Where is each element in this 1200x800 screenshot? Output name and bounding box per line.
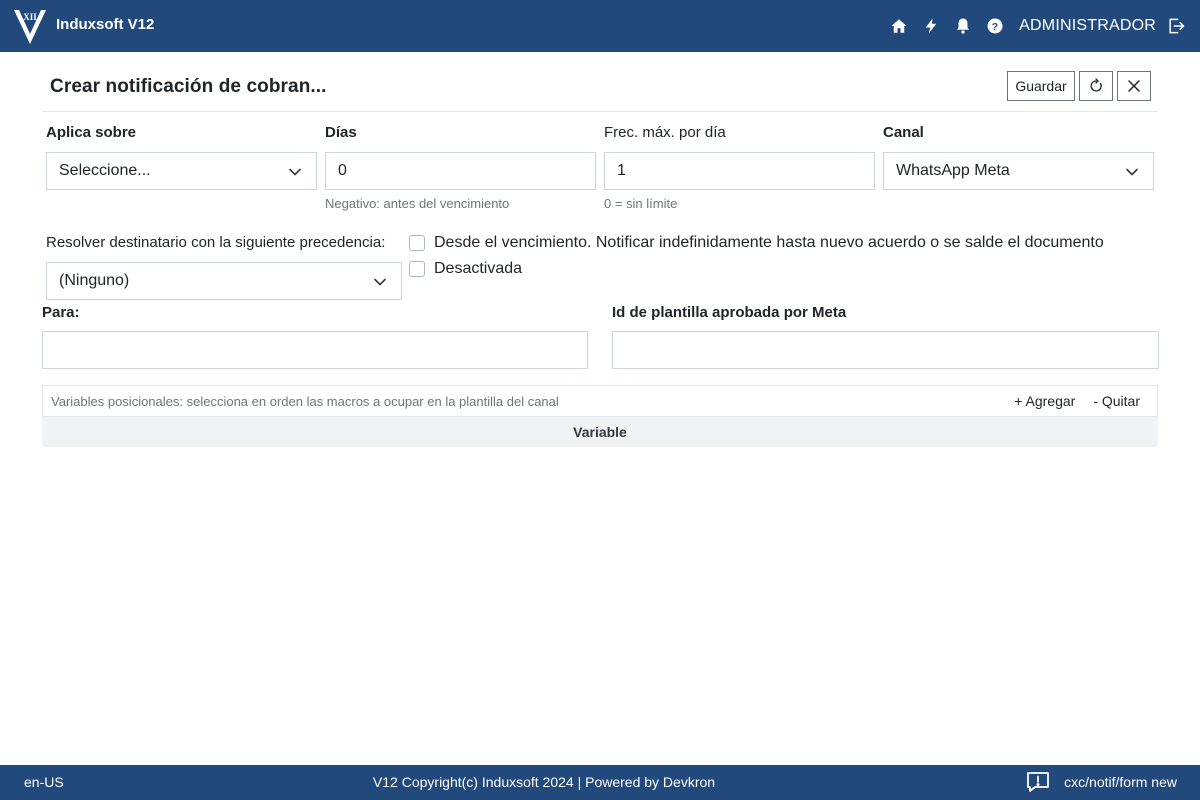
canal-value: WhatsApp Meta xyxy=(896,162,1010,179)
precedencia-value: (Ninguno) xyxy=(59,272,130,289)
chevron-down-icon xyxy=(289,168,301,176)
title-divider xyxy=(42,111,1158,112)
footer: en-US V12 Copyright(c) Induxsoft 2024 | … xyxy=(0,765,1200,800)
dias-label: Días xyxy=(325,124,357,141)
svg-text:XII: XII xyxy=(23,12,37,22)
home-icon[interactable] xyxy=(883,10,915,42)
vencimiento-checkbox-row[interactable]: Desde el vencimiento. Notificar indefini… xyxy=(409,234,1104,252)
page-title: Crear notificación de cobran... xyxy=(50,76,327,97)
frecuencia-value: 1 xyxy=(617,162,626,179)
aplica-sobre-label: Aplica sobre xyxy=(46,124,137,141)
frecuencia-label: Frec. máx. por día xyxy=(604,124,726,141)
app-logo-icon[interactable]: XII xyxy=(12,6,48,46)
aplica-sobre-value: Seleccione... xyxy=(59,162,151,179)
variables-table-header: Variable xyxy=(42,417,1158,447)
vencimiento-checkbox[interactable] xyxy=(409,235,425,251)
aplica-sobre-select[interactable]: Seleccione... xyxy=(46,152,317,190)
para-input[interactable] xyxy=(42,331,588,369)
para-label: Para: xyxy=(42,304,80,321)
help-icon[interactable]: ? xyxy=(979,10,1011,42)
add-variable-button[interactable]: + Agregar xyxy=(1014,393,1075,409)
frecuencia-input[interactable]: 1 xyxy=(604,152,875,190)
feedback-icon[interactable] xyxy=(1026,771,1050,793)
variable-column-header[interactable]: Variable xyxy=(573,424,627,440)
variables-panel: Variables posicionales: selecciona en or… xyxy=(42,385,1158,417)
bolt-icon[interactable] xyxy=(915,10,947,42)
chevron-down-icon xyxy=(1126,168,1138,176)
chevron-down-icon xyxy=(374,278,386,286)
canal-label: Canal xyxy=(883,124,924,141)
vencimiento-checkbox-label: Desde el vencimiento. Notificar indefini… xyxy=(434,234,1104,251)
title-actions: Guardar xyxy=(1007,71,1151,101)
desactivada-checkbox-label: Desactivada xyxy=(434,260,523,277)
desactivada-checkbox[interactable] xyxy=(409,261,425,277)
dias-input[interactable]: 0 xyxy=(325,152,596,190)
frecuencia-hint: 0 = sin límite xyxy=(604,196,678,211)
app-title: Induxsoft V12 xyxy=(56,16,155,33)
precedencia-label: Resolver destinatario con la siguiente p… xyxy=(46,234,386,251)
remove-variable-button[interactable]: - Quitar xyxy=(1093,393,1140,409)
canal-select[interactable]: WhatsApp Meta xyxy=(883,152,1154,190)
svg-text:?: ? xyxy=(992,21,998,33)
save-button[interactable]: Guardar xyxy=(1007,71,1075,101)
refresh-button[interactable] xyxy=(1079,71,1113,101)
variables-description: Variables posicionales: selecciona en or… xyxy=(51,393,559,409)
logout-icon[interactable] xyxy=(1162,10,1190,42)
footer-copyright: V12 Copyright(c) Induxsoft 2024 | Powere… xyxy=(372,774,716,790)
plantilla-input[interactable] xyxy=(612,331,1159,369)
desactivada-checkbox-row[interactable]: Desactivada xyxy=(409,260,522,278)
close-button[interactable] xyxy=(1117,71,1151,101)
close-icon xyxy=(1128,80,1140,92)
dias-hint: Negativo: antes del vencimiento xyxy=(325,196,510,211)
footer-route: cxc/notif/form new xyxy=(1064,774,1177,790)
precedencia-select[interactable]: (Ninguno) xyxy=(46,262,402,300)
top-bar: XII Induxsoft V12 ? ADMINISTRADOR xyxy=(0,0,1200,52)
user-name[interactable]: ADMINISTRADOR xyxy=(1019,17,1156,35)
plantilla-label: Id de plantilla aprobada por Meta xyxy=(612,304,847,321)
bell-icon[interactable] xyxy=(947,10,979,42)
refresh-icon xyxy=(1090,78,1102,92)
dias-value: 0 xyxy=(338,162,347,179)
